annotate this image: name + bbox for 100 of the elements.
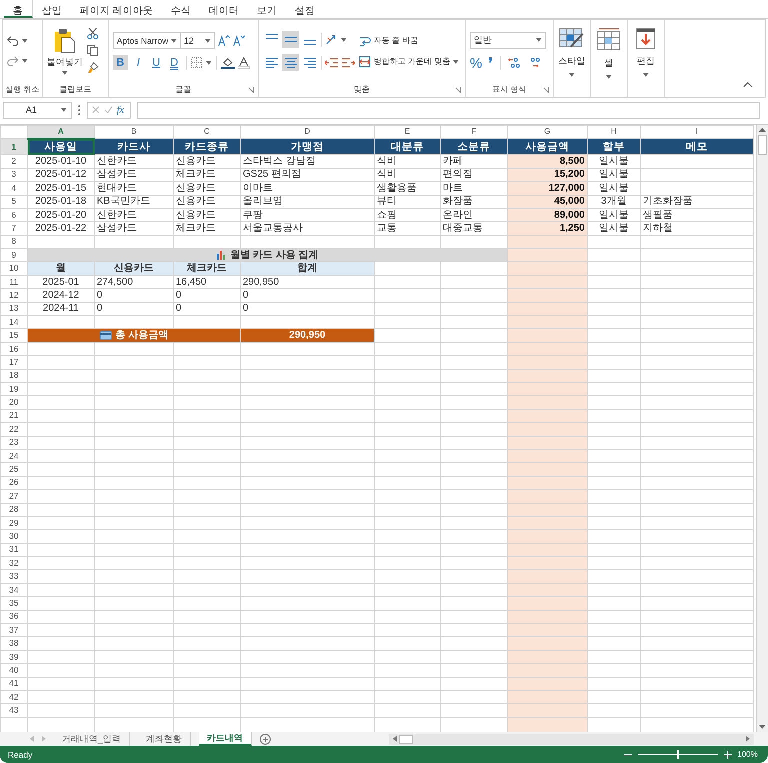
increase-indent-icon[interactable] [341, 56, 355, 69]
row-number[interactable]: 41 [0, 677, 28, 690]
row-number[interactable]: 25 [0, 462, 28, 476]
row-number[interactable]: 18 [0, 369, 28, 382]
decrease-font-icon[interactable] [233, 34, 245, 47]
row-number[interactable]: 29 [0, 516, 28, 530]
row-number[interactable]: 9 [0, 248, 28, 262]
decrease-indent-icon[interactable] [325, 56, 339, 69]
name-box[interactable]: A1 [3, 102, 72, 119]
more-options-icon[interactable] [78, 104, 81, 116]
row-number[interactable]: 24 [0, 449, 28, 463]
column-header[interactable]: H [588, 125, 640, 139]
row-number[interactable]: 43 [0, 704, 28, 718]
caret-icon[interactable] [61, 108, 67, 112]
menu-tab[interactable]: 수식 [162, 0, 200, 18]
dialog-launcher-icon[interactable] [248, 86, 254, 93]
dialog-launcher-icon[interactable] [455, 86, 461, 93]
column-header[interactable]: I [640, 125, 754, 139]
formula-input[interactable] [137, 102, 760, 119]
brush-icon[interactable] [87, 62, 99, 74]
column-header[interactable]: G [508, 125, 588, 139]
row-number[interactable]: 35 [0, 596, 28, 610]
column-header[interactable]: F [440, 125, 508, 139]
insert-function-button[interactable]: fx [117, 104, 124, 116]
caret-icon[interactable] [536, 38, 542, 42]
vertical-scrollbar[interactable] [756, 124, 768, 732]
row-number[interactable]: 27 [0, 490, 28, 504]
row-number[interactable]: 10 [0, 262, 28, 276]
row-number[interactable]: 23 [0, 436, 28, 450]
row-number[interactable]: 34 [0, 583, 28, 597]
scissors-icon[interactable] [87, 28, 99, 40]
font-name-dropdown[interactable]: Aptos Narrow [113, 32, 181, 50]
row-number[interactable]: 39 [0, 650, 28, 664]
zoom-slider-thumb[interactable] [676, 750, 679, 759]
caret-icon[interactable] [205, 38, 211, 43]
caret-icon[interactable] [569, 73, 575, 77]
styles-button[interactable]: 스타일 [558, 28, 586, 77]
zoom-level[interactable]: 100% [738, 750, 758, 759]
collapse-ribbon-icon[interactable] [743, 82, 753, 88]
format-button[interactable]: U [149, 55, 164, 70]
add-sheet-icon[interactable] [260, 734, 272, 745]
borders-icon[interactable] [191, 56, 203, 69]
row-number[interactable]: 8 [0, 235, 28, 249]
row-number[interactable]: 42 [0, 690, 28, 704]
wrap-text-button[interactable]: 자동 줄 바꿈 [359, 34, 460, 47]
align-button[interactable] [282, 54, 299, 72]
redo-button[interactable] [5, 54, 30, 68]
caret-icon[interactable] [171, 38, 177, 43]
check-icon[interactable] [104, 106, 113, 114]
dialog-launcher-icon[interactable] [543, 86, 549, 93]
caret-icon[interactable] [341, 38, 347, 42]
increase-decimal-icon[interactable] [508, 56, 522, 69]
scrollbar-thumb[interactable] [758, 134, 767, 155]
caret-icon[interactable] [206, 60, 212, 65]
scrollbar-thumb[interactable] [399, 734, 414, 744]
editing-button[interactable]: 편집 [632, 28, 660, 77]
row-number[interactable]: 36 [0, 610, 28, 624]
font-color-icon[interactable] [238, 56, 250, 69]
row-number[interactable]: 11 [0, 275, 28, 289]
row-number[interactable]: 32 [0, 556, 28, 570]
row-number[interactable]: 30 [0, 530, 28, 544]
menu-tab[interactable]: 페이지 레이아웃 [71, 0, 162, 18]
align-button[interactable] [282, 31, 299, 48]
row-number[interactable]: 37 [0, 624, 28, 637]
number-format-dropdown[interactable]: 일반 [470, 32, 546, 49]
row-number[interactable]: 3 [0, 168, 28, 182]
row-number[interactable]: 2 [0, 154, 28, 168]
cells-button[interactable]: 셀 [595, 28, 623, 79]
row-number[interactable]: 7 [0, 222, 28, 236]
column-header[interactable]: E [374, 125, 440, 139]
row-number[interactable]: 17 [0, 356, 28, 370]
merge-center-button[interactable]: 병합하고 가운데 맞춤 [359, 56, 460, 68]
row-number[interactable]: 19 [0, 382, 28, 396]
format-button[interactable]: D [167, 55, 182, 70]
menu-tab[interactable]: 삽입 [33, 0, 71, 18]
caret-icon[interactable] [606, 75, 612, 79]
row-number[interactable]: 20 [0, 396, 28, 410]
row-number[interactable]: 28 [0, 503, 28, 516]
row-number[interactable]: 6 [0, 208, 28, 222]
column-header[interactable]: C [174, 125, 240, 139]
column-header[interactable]: B [94, 125, 174, 139]
fill-color-icon[interactable] [221, 56, 235, 69]
row-number[interactable]: 40 [0, 664, 28, 678]
row-number[interactable]: 5 [0, 195, 28, 208]
sheet-tab[interactable]: 카드내역 [199, 732, 252, 746]
zoom-in-icon[interactable] [724, 750, 732, 758]
caret-icon[interactable] [22, 59, 28, 64]
increase-font-icon[interactable] [218, 34, 230, 47]
caret-icon[interactable] [643, 73, 649, 77]
row-number[interactable]: 21 [0, 409, 28, 423]
row-number[interactable]: 22 [0, 422, 28, 436]
row-number[interactable]: 4 [0, 182, 28, 196]
row-number[interactable]: 26 [0, 476, 28, 490]
copy-icon[interactable] [87, 45, 99, 58]
caret-icon[interactable] [62, 70, 68, 75]
column-header[interactable]: D [240, 125, 374, 139]
paste-button[interactable]: 붙여넣기 [47, 28, 83, 75]
row-number[interactable]: 12 [0, 288, 28, 302]
menu-tab[interactable]: 데이터 [200, 0, 248, 18]
font-size-dropdown[interactable]: 12 [180, 32, 215, 50]
